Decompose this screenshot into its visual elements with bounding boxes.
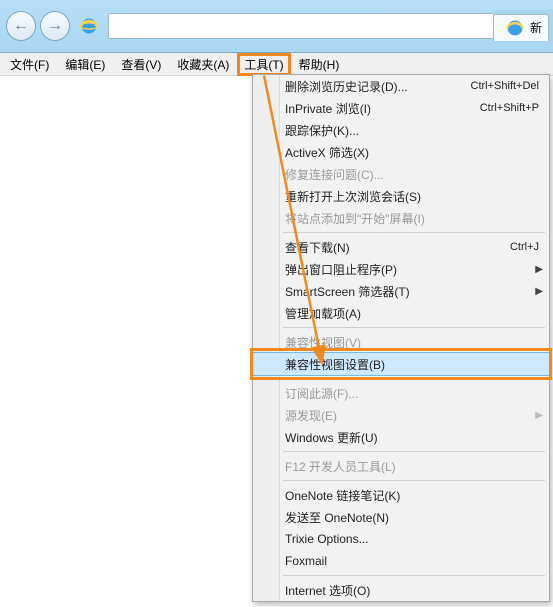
browser-tab[interactable]: 新 (493, 14, 549, 41)
menu-inprivate[interactable]: InPrivate 浏览(I) Ctrl+Shift+P (253, 97, 549, 119)
back-button[interactable]: ← (6, 11, 36, 41)
menu-item-label: Internet 选项(O) (285, 582, 370, 599)
menu-separator (283, 378, 545, 379)
tools-dropdown: 删除浏览历史记录(D)... Ctrl+Shift+Del InPrivate … (252, 74, 550, 602)
forward-arrow-icon: → (47, 17, 63, 35)
menu-item-label: 将站点添加到"开始"屏幕(I) (285, 210, 425, 227)
menu-edit[interactable]: 编辑(E) (57, 54, 113, 75)
menu-favorites[interactable]: 收藏夹(A) (169, 54, 237, 75)
menu-separator (283, 327, 545, 328)
menu-add-to-start: 将站点添加到"开始"屏幕(I) (253, 207, 549, 229)
menu-item-label: 修复连接问题(C)... (285, 166, 384, 183)
menu-item-label: OneNote 链接笔记(K) (285, 487, 400, 504)
menu-item-label: 重新打开上次浏览会话(S) (285, 188, 421, 205)
chevron-right-icon: ▶ (535, 410, 543, 421)
address-bar[interactable] (108, 13, 547, 39)
menu-item-label: InPrivate 浏览(I) (285, 100, 371, 117)
menu-tools[interactable]: 工具(T) (237, 53, 290, 76)
menu-item-label: 查看下载(N) (285, 239, 350, 256)
menu-onenote-link[interactable]: OneNote 链接笔记(K) (253, 484, 549, 506)
menu-item-label: 源发现(E) (285, 407, 337, 424)
titlebar: ← → 新 (0, 0, 553, 53)
menu-item-label: 管理加载项(A) (285, 305, 361, 322)
menu-item-label: ActiveX 筛选(X) (285, 144, 369, 161)
menu-trixie-options[interactable]: Trixie Options... (253, 528, 549, 550)
menu-separator (283, 575, 545, 576)
menu-view[interactable]: 查看(V) (113, 54, 169, 75)
menu-delete-history[interactable]: 删除浏览历史记录(D)... Ctrl+Shift+Del (253, 75, 549, 97)
menu-item-label: 兼容性视图(V) (285, 334, 361, 351)
menu-subscribe-feed: 订阅此源(F)... (253, 382, 549, 404)
menu-reopen-session[interactable]: 重新打开上次浏览会话(S) (253, 185, 549, 207)
menu-tracking-protection[interactable]: 跟踪保护(K)... (253, 119, 549, 141)
menu-item-shortcut: Ctrl+J (510, 241, 539, 253)
menu-smartscreen[interactable]: SmartScreen 筛选器(T) ▶ (253, 280, 549, 302)
menu-separator (283, 480, 545, 481)
menu-feed-discovery: 源发现(E) ▶ (253, 404, 549, 426)
back-arrow-icon: ← (13, 17, 29, 35)
menu-f12-devtools: F12 开发人员工具(L) (253, 455, 549, 477)
menu-send-onenote[interactable]: 发送至 OneNote(N) (253, 506, 549, 528)
menubar: 文件(F) 编辑(E) 查看(V) 收藏夹(A) 工具(T) 帮助(H) (0, 53, 553, 76)
menu-compat-view: 兼容性视图(V) (253, 331, 549, 353)
menu-item-label: SmartScreen 筛选器(T) (285, 283, 410, 300)
menu-fix-connection: 修复连接问题(C)... (253, 163, 549, 185)
menu-item-shortcut: Ctrl+Shift+P (480, 102, 539, 114)
menu-item-shortcut: Ctrl+Shift+Del (471, 80, 539, 92)
menu-item-label: Windows 更新(U) (285, 429, 378, 446)
ie-logo-icon (504, 17, 526, 39)
forward-button[interactable]: → (40, 11, 70, 41)
menu-internet-options[interactable]: Internet 选项(O) (253, 579, 549, 601)
chevron-right-icon: ▶ (535, 264, 543, 275)
menu-item-label: 订阅此源(F)... (285, 385, 358, 402)
menu-separator (283, 232, 545, 233)
tab-strip: 新 (493, 10, 553, 44)
ie-logo-icon (78, 15, 100, 37)
menu-foxmail[interactable]: Foxmail (253, 550, 549, 572)
menu-help[interactable]: 帮助(H) (291, 54, 348, 75)
menu-separator (283, 451, 545, 452)
menu-item-label: Trixie Options... (285, 532, 369, 546)
chevron-right-icon: ▶ (535, 286, 543, 297)
menu-compat-settings[interactable]: 兼容性视图设置(B) (252, 352, 550, 376)
menu-item-label: Foxmail (285, 554, 327, 568)
menu-item-label: 跟踪保护(K)... (285, 122, 359, 139)
menu-activex-filter[interactable]: ActiveX 筛选(X) (253, 141, 549, 163)
menu-manage-addons[interactable]: 管理加载项(A) (253, 302, 549, 324)
menu-item-label: 发送至 OneNote(N) (285, 509, 389, 526)
tab-label: 新 (530, 19, 542, 36)
menu-item-label: 弹出窗口阻止程序(P) (285, 261, 397, 278)
menu-windows-update[interactable]: Windows 更新(U) (253, 426, 549, 448)
menu-item-label: 删除浏览历史记录(D)... (285, 78, 408, 95)
menu-file[interactable]: 文件(F) (2, 54, 57, 75)
menu-view-downloads[interactable]: 查看下载(N) Ctrl+J (253, 236, 549, 258)
menu-item-label: 兼容性视图设置(B) (285, 356, 385, 373)
menu-popup-blocker[interactable]: 弹出窗口阻止程序(P) ▶ (253, 258, 549, 280)
menu-item-label: F12 开发人员工具(L) (285, 458, 396, 475)
